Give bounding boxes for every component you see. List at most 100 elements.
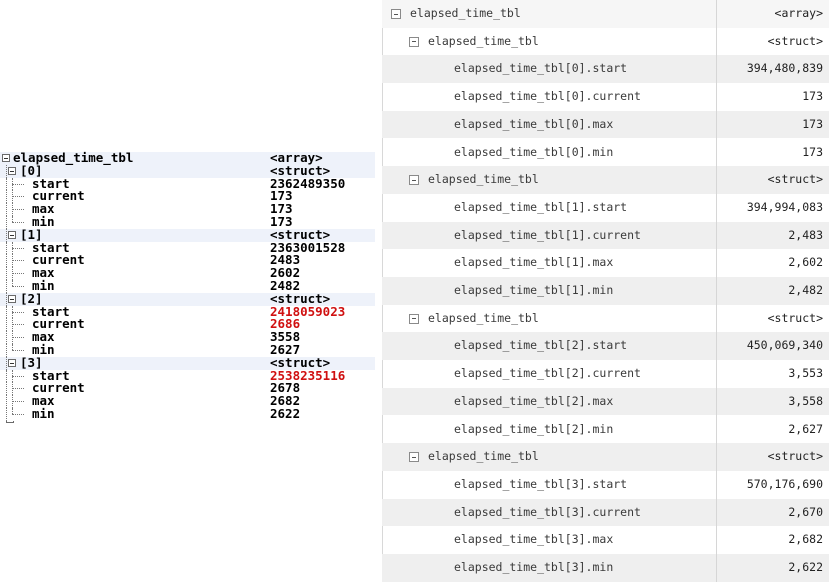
left-field-row[interactable]: min 2622 <box>0 405 375 421</box>
left-field-row[interactable]: current 2678 <box>0 382 375 396</box>
right-field-row[interactable]: elapsed_time_tbl[1].start 394,994,083 <box>382 194 829 222</box>
right-group-name: elapsed_time_tbl <box>428 172 539 187</box>
right-field-row[interactable]: elapsed_time_tbl[3].max 2,682 <box>382 526 829 554</box>
right-field-row[interactable]: elapsed_time_tbl[1].current 2,483 <box>382 221 829 250</box>
right-field-name: elapsed_time_tbl[1].current <box>454 227 641 242</box>
right-field-value: 3,558 <box>788 393 823 408</box>
right-field-name: elapsed_time_tbl[0].start <box>454 61 628 76</box>
right-group-row[interactable]: elapsed_time_tbl <struct> <box>382 166 829 194</box>
left-field-row[interactable]: current 2686 <box>0 318 375 332</box>
right-field-row[interactable]: elapsed_time_tbl[2].current 3,553 <box>382 360 829 388</box>
left-partial-row <box>0 420 375 425</box>
collapse-icon[interactable] <box>2 154 10 162</box>
right-group-value: <struct> <box>767 310 823 325</box>
tree-line <box>6 164 7 178</box>
collapse-icon[interactable] <box>8 230 16 239</box>
right-field-name: elapsed_time_tbl[0].current <box>454 89 641 104</box>
tree-line <box>12 388 24 390</box>
tree-line <box>6 356 7 370</box>
tree-line <box>12 413 24 415</box>
tree-line <box>12 273 24 275</box>
collapse-icon[interactable] <box>8 358 16 367</box>
right-field-value: 2,483 <box>788 227 823 242</box>
tree-line <box>6 267 7 280</box>
right-field-value: 2,602 <box>788 255 823 270</box>
left-field-value: 2622 <box>270 405 301 421</box>
right-field-row[interactable]: elapsed_time_tbl[3].start 570,176,690 <box>382 471 829 499</box>
collapse-icon[interactable] <box>409 36 419 47</box>
right-field-row[interactable]: elapsed_time_tbl[2].start 450,069,340 <box>382 332 829 361</box>
right-field-row[interactable]: elapsed_time_tbl[3].min 2,622 <box>382 554 829 582</box>
right-field-row[interactable]: elapsed_time_tbl[0].start 394,480,839 <box>382 55 829 84</box>
tree-line <box>6 203 7 216</box>
left-field-row[interactable]: max 3558 <box>0 330 375 344</box>
right-watch-table: elapsed_time_tbl <array> elapsed_time_tb… <box>382 0 829 582</box>
tree-line <box>12 349 24 351</box>
right-group-row[interactable]: elapsed_time_tbl <struct> <box>382 443 829 471</box>
tree-line <box>12 311 24 313</box>
tree-line <box>6 228 7 242</box>
collapse-icon[interactable] <box>391 9 401 19</box>
right-field-row[interactable]: elapsed_time_tbl[0].max 173 <box>382 110 829 139</box>
right-group-row[interactable]: elapsed_time_tbl <struct> <box>382 305 829 333</box>
right-field-name: elapsed_time_tbl[1].start <box>454 199 628 214</box>
right-group-value: <struct> <box>767 33 823 48</box>
right-group-name: elapsed_time_tbl <box>428 33 539 48</box>
right-field-value: 2,670 <box>788 504 823 519</box>
right-root-value: <array> <box>774 6 823 20</box>
right-field-value: 394,480,839 <box>746 61 823 76</box>
right-field-name: elapsed_time_tbl[3].max <box>454 532 614 547</box>
right-field-value: 3,553 <box>788 366 823 381</box>
left-field-row[interactable]: current 173 <box>0 190 375 204</box>
tree-line <box>6 190 7 204</box>
right-field-name: elapsed_time_tbl[2].max <box>454 393 614 408</box>
tree-line <box>6 369 7 383</box>
right-field-name: elapsed_time_tbl[1].min <box>454 283 614 297</box>
right-field-name: elapsed_time_tbl[1].max <box>454 255 614 270</box>
right-field-row[interactable]: elapsed_time_tbl[0].current 173 <box>382 83 829 111</box>
tree-line <box>12 209 24 211</box>
tree-line <box>6 331 7 344</box>
right-group-name: elapsed_time_tbl <box>428 310 539 325</box>
right-root-row[interactable]: elapsed_time_tbl <array> <box>382 0 829 28</box>
tree-line <box>6 177 7 191</box>
collapse-icon[interactable] <box>409 313 419 324</box>
right-field-row[interactable]: elapsed_time_tbl[2].min 2,627 <box>382 416 829 444</box>
tree-line <box>6 382 7 396</box>
collapse-icon[interactable] <box>8 166 16 175</box>
collapse-icon[interactable] <box>8 294 16 303</box>
tree-line <box>12 337 24 339</box>
left-field-row[interactable]: max 2602 <box>0 266 375 280</box>
tree-line <box>12 260 24 262</box>
tree-line <box>12 183 24 185</box>
collapse-icon[interactable] <box>409 452 419 463</box>
left-field-row[interactable]: current 2483 <box>0 254 375 268</box>
right-group-value: <struct> <box>767 449 823 464</box>
collapse-icon[interactable] <box>409 175 419 186</box>
right-field-row[interactable]: elapsed_time_tbl[1].min 2,482 <box>382 277 829 305</box>
right-field-row[interactable]: elapsed_time_tbl[0].min 173 <box>382 139 829 167</box>
right-field-value: 2,482 <box>788 283 823 297</box>
right-group-value: <struct> <box>767 172 823 187</box>
right-field-name: elapsed_time_tbl[2].min <box>454 421 614 436</box>
right-field-value: 173 <box>802 89 823 104</box>
column-separator <box>716 0 717 582</box>
right-field-row[interactable]: elapsed_time_tbl[3].current 2,670 <box>382 498 829 527</box>
right-group-row[interactable]: elapsed_time_tbl <struct> <box>382 28 829 56</box>
left-field-row[interactable]: max 2682 <box>0 394 375 408</box>
right-field-value: 394,994,083 <box>746 199 823 214</box>
tree-line <box>12 221 24 223</box>
tree-line <box>12 324 24 326</box>
right-field-name: elapsed_time_tbl[2].current <box>454 366 641 381</box>
left-elements: [0] <struct> start 2362489350 current 173 max 1… <box>0 164 375 421</box>
right-field-row[interactable]: elapsed_time_tbl[2].max 3,558 <box>382 387 829 416</box>
right-field-name: elapsed_time_tbl[3].current <box>454 504 641 519</box>
tree-line <box>12 247 24 249</box>
right-field-value: 2,682 <box>788 532 823 547</box>
left-field-name: min <box>32 405 55 421</box>
right-field-name: elapsed_time_tbl[3].min <box>454 560 614 574</box>
left-field-row[interactable]: max 173 <box>0 202 375 216</box>
right-root-name: elapsed_time_tbl <box>410 6 521 20</box>
right-field-row[interactable]: elapsed_time_tbl[1].max 2,602 <box>382 249 829 277</box>
right-field-value: 570,176,690 <box>746 476 823 491</box>
